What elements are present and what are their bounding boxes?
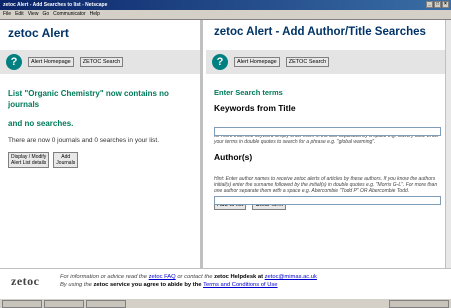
taskbar-item[interactable] bbox=[86, 299, 126, 308]
keywords-label: Keywords from Title bbox=[214, 103, 296, 113]
menu-bar: File Edit View Go Communicator Help bbox=[0, 10, 451, 19]
close-button[interactable]: × bbox=[442, 1, 449, 8]
left-actions: Display / Modify Alert List details Add … bbox=[0, 152, 200, 168]
display-modify-label-2: Alert List details bbox=[11, 160, 47, 166]
list-status-heading: List "Organic Chemistry" now contains no… bbox=[8, 89, 169, 109]
minimize-button[interactable]: _ bbox=[426, 1, 433, 8]
help-icon[interactable]: ? bbox=[212, 54, 228, 70]
footer-line2-pre: By using the bbox=[60, 282, 92, 288]
left-header: zetoc Alert bbox=[0, 20, 200, 50]
enter-terms-heading: Enter Search terms bbox=[214, 88, 283, 97]
footer-line1-pre: For information or advice read the bbox=[60, 274, 147, 280]
authors-label: Author(s) bbox=[214, 151, 253, 162]
taskbar bbox=[0, 298, 451, 308]
menu-file[interactable]: File bbox=[3, 10, 11, 19]
maximize-button[interactable]: □ bbox=[434, 1, 441, 8]
taskbar-item[interactable] bbox=[44, 299, 84, 308]
display-modify-button[interactable]: Display / Modify Alert List details bbox=[8, 152, 50, 168]
footer-line-1: For information or advice read the zetoc… bbox=[60, 273, 317, 281]
menu-communicator[interactable]: Communicator bbox=[53, 10, 86, 19]
footer-line1-mid: or contact the bbox=[177, 274, 213, 280]
email-link[interactable]: zetoc@mimas.ac.uk bbox=[265, 274, 317, 280]
right-toolbar: ? Alert Homepage ZETOC Search bbox=[206, 50, 451, 74]
list-status-subheading: and no searches. bbox=[8, 119, 74, 128]
window-controls: _ □ × bbox=[426, 1, 449, 8]
system-tray bbox=[389, 299, 449, 308]
menu-go[interactable]: Go bbox=[42, 10, 49, 19]
window-title: zetoc Alert - Add Searches to list - Net… bbox=[3, 2, 108, 8]
left-page-title: zetoc Alert bbox=[8, 26, 69, 40]
right-header: zetoc Alert - Add Author/Title Searches bbox=[206, 20, 451, 50]
faq-link[interactable]: zetoc FAQ bbox=[149, 274, 176, 280]
window-titlebar: zetoc Alert - Add Searches to list - Net… bbox=[0, 0, 451, 10]
left-toolbar: ? Alert Homepage ZETOC Search bbox=[0, 50, 200, 74]
menu-help[interactable]: Help bbox=[90, 10, 100, 19]
list-count-text: There are now 0 journals and 0 searches … bbox=[8, 137, 160, 144]
browser-content: zetoc Alert ? Alert Homepage ZETOC Searc… bbox=[0, 19, 451, 286]
zetoc-search-button[interactable]: ZETOC Search bbox=[79, 57, 124, 67]
right-frame: zetoc Alert - Add Author/Title Searches … bbox=[206, 20, 451, 268]
zetoc-logo: zetoc bbox=[11, 274, 39, 289]
footer-line2-mid: zetoc service you agree to abide by the bbox=[93, 282, 202, 288]
add-journals-label-2: Journals bbox=[56, 160, 76, 166]
menu-view[interactable]: View bbox=[28, 10, 39, 19]
authors-hint: Hint: Enter author names to receive zeto… bbox=[214, 175, 438, 195]
right-page-title: zetoc Alert - Add Author/Title Searches bbox=[214, 26, 426, 38]
left-frame: zetoc Alert ? Alert Homepage ZETOC Searc… bbox=[0, 20, 203, 268]
help-icon[interactable]: ? bbox=[6, 54, 22, 70]
keywords-input[interactable] bbox=[214, 127, 441, 136]
add-journals-button[interactable]: Add Journals bbox=[53, 152, 79, 168]
alert-homepage-button[interactable]: Alert Homepage bbox=[234, 57, 280, 67]
terms-link[interactable]: Terms and Conditions of Use bbox=[203, 282, 277, 288]
info-bar: zetoc For information or advice read the… bbox=[0, 270, 451, 298]
logo-text: zetoc bbox=[11, 274, 40, 288]
authors-input[interactable] bbox=[214, 196, 441, 205]
alert-homepage-button[interactable]: Alert Homepage bbox=[28, 57, 74, 67]
footer-text: For information or advice read the zetoc… bbox=[60, 273, 317, 289]
helpdesk-text: zetoc Helpdesk at bbox=[214, 274, 264, 280]
menu-edit[interactable]: Edit bbox=[15, 10, 24, 19]
footer-line-2: By using the zetoc service you agree to … bbox=[60, 281, 317, 289]
zetoc-search-button[interactable]: ZETOC Search bbox=[285, 57, 330, 67]
right-scrollbar[interactable] bbox=[445, 20, 451, 268]
start-button[interactable] bbox=[2, 299, 42, 308]
